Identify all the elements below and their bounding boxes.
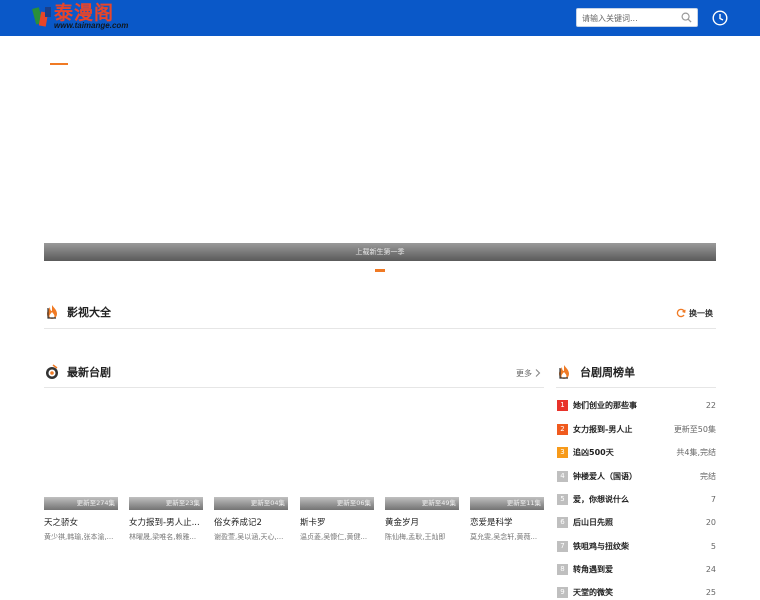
rank-item[interactable]: 1 她们创业的那些事 22 — [557, 399, 716, 413]
rank-status: 更新至50集 — [673, 425, 716, 434]
section-divider — [44, 328, 716, 329]
drama-poster[interactable]: 更新至11集 — [470, 400, 544, 510]
episode-label: 更新至23集 — [165, 499, 200, 507]
rank-title[interactable]: 她们创业的那些事 — [573, 399, 637, 413]
top-header: 泰漫阁 www.taimange.com — [0, 0, 760, 36]
rank-title[interactable]: 女力报到-男人止 — [573, 423, 632, 437]
drama-actors: 陈仙梅,孟耿,王灿即 — [385, 533, 446, 541]
drama-actors: 林曜晟,梁唯名,赖雅... — [129, 533, 197, 541]
drama-card[interactable]: 更新至06集 斯卡罗 温贞菱,吴慷仁,黄健... — [300, 400, 374, 545]
rank-number: 6 — [557, 517, 568, 528]
rank-number: 8 — [557, 564, 568, 575]
episode-label: 更新至06集 — [336, 499, 371, 507]
episode-strip: 更新至06集 — [300, 497, 374, 510]
search-input[interactable] — [582, 11, 676, 25]
section-title-weekly: 台剧周榜单 — [580, 366, 635, 379]
drama-card[interactable]: 更新至23集 女力报到-男人止... 林曜晟,梁唯名,赖雅... — [129, 400, 203, 545]
episode-strip: 更新至04集 — [214, 497, 288, 510]
logo-mark-icon — [32, 7, 51, 27]
rank-title[interactable]: 后山日先照 — [573, 516, 613, 530]
banner-accent-dash — [50, 63, 68, 65]
search-icon[interactable] — [681, 12, 692, 23]
banner-caption: 上载新生第一季 — [355, 248, 405, 256]
drama-poster[interactable]: 更新至06集 — [300, 400, 374, 510]
flame-icon — [559, 365, 569, 379]
rank-status: 共4集,完结 — [676, 448, 716, 457]
more-label: 更多 — [516, 369, 532, 378]
drama-card[interactable]: 更新至11集 恋爱是科学 莫允雯,吴念轩,黄薇... — [470, 400, 544, 545]
rank-title[interactable]: 追凶500天 — [573, 446, 614, 460]
logo-url: www.taimange.com — [54, 21, 129, 30]
rank-number: 2 — [557, 424, 568, 435]
drama-card[interactable]: 更新至49集 黄金岁月 陈仙梅,孟耿,王灿即 — [385, 400, 459, 545]
section-divider — [44, 387, 544, 388]
episode-strip: 更新至11集 — [470, 497, 544, 510]
episode-label: 更新至04集 — [250, 499, 285, 507]
chevron-right-icon — [535, 369, 541, 377]
rank-status: 24 — [705, 565, 716, 574]
rank-item[interactable]: 7 铁咀鸡与扭纹柴 5 — [557, 540, 716, 554]
drama-actors: 黄少祺,韩瑜,张本渝,... — [44, 533, 114, 541]
rank-status: 25 — [705, 588, 716, 597]
drama-poster[interactable]: 更新至49集 — [385, 400, 459, 510]
search-box — [576, 8, 698, 27]
rank-item[interactable]: 5 爱，你想说什么 7 — [557, 493, 716, 507]
rank-number: 4 — [557, 471, 568, 482]
rank-number: 9 — [557, 587, 568, 598]
rank-status: 20 — [705, 518, 716, 527]
drama-title[interactable]: 天之骄女 — [44, 517, 118, 529]
section-divider — [556, 387, 716, 388]
drama-title[interactable]: 女力报到-男人止... — [129, 517, 203, 529]
rank-status: 22 — [705, 401, 716, 410]
rank-item[interactable]: 9 天堂的微笑 25 — [557, 586, 716, 600]
drama-card[interactable]: 更新至04集 俗女养成记2 谢盈萱,吴以涵,天心,... — [214, 400, 288, 545]
rank-title[interactable]: 转角遇到爱 — [573, 563, 613, 577]
drama-title[interactable]: 恋爱是科学 — [470, 517, 544, 529]
episode-strip: 更新至49集 — [385, 497, 459, 510]
rank-item[interactable]: 3 追凶500天 共4集,完结 — [557, 446, 716, 460]
tv-icon — [46, 364, 58, 379]
rank-status: 7 — [710, 495, 716, 504]
rank-title[interactable]: 爱，你想说什么 — [573, 493, 629, 507]
drama-actors: 谢盈萱,吴以涵,天心,... — [214, 533, 284, 541]
rank-title[interactable]: 天堂的微笑 — [573, 586, 613, 600]
refresh-icon — [676, 308, 686, 318]
drama-title[interactable]: 俗女养成记2 — [214, 517, 288, 529]
rank-number: 3 — [557, 447, 568, 458]
drama-poster[interactable]: 更新至04集 — [214, 400, 288, 510]
rank-item[interactable]: 6 后山日先照 20 — [557, 516, 716, 530]
rank-status: 5 — [710, 542, 716, 551]
drama-title[interactable]: 黄金岁月 — [385, 517, 459, 529]
refresh-button[interactable]: 换一换 — [676, 308, 713, 320]
refresh-label: 换一换 — [689, 309, 713, 318]
section-title-latest: 最新台剧 — [67, 366, 111, 379]
drama-poster[interactable]: 更新至274集 — [44, 400, 118, 510]
rank-number: 5 — [557, 494, 568, 505]
flame-icon — [47, 305, 57, 319]
rank-title[interactable]: 铁咀鸡与扭纹柴 — [573, 540, 629, 554]
episode-label: 更新至49集 — [421, 499, 456, 507]
rank-item[interactable]: 4 钟楼爱人（国语） 完结 — [557, 470, 716, 484]
episode-label: 更新至274集 — [76, 499, 115, 507]
rank-item[interactable]: 8 转角遇到爱 24 — [557, 563, 716, 577]
rank-item[interactable]: 2 女力报到-男人止 更新至50集 — [557, 423, 716, 437]
drama-poster[interactable]: 更新至23集 — [129, 400, 203, 510]
site-logo[interactable]: 泰漫阁 www.taimange.com — [32, 2, 129, 32]
drama-card[interactable]: 更新至274集 天之骄女 黄少祺,韩瑜,张本渝,... — [44, 400, 118, 545]
episode-strip: 更新至274集 — [44, 497, 118, 510]
more-link[interactable]: 更多 — [516, 368, 541, 380]
episode-label: 更新至11集 — [506, 499, 541, 507]
rank-number: 7 — [557, 541, 568, 552]
banner-caption-bar[interactable]: 上载新生第一季 — [44, 243, 716, 261]
banner-pagination-dot[interactable] — [375, 269, 385, 272]
drama-actors: 温贞菱,吴慷仁,黄健... — [300, 533, 368, 541]
rank-number: 1 — [557, 400, 568, 411]
history-clock-icon[interactable] — [712, 10, 728, 26]
section-title-all-video: 影视大全 — [67, 306, 111, 319]
drama-title[interactable]: 斯卡罗 — [300, 517, 374, 529]
rank-title[interactable]: 钟楼爱人（国语） — [573, 470, 637, 484]
episode-strip: 更新至23集 — [129, 497, 203, 510]
drama-actors: 莫允雯,吴念轩,黄薇... — [470, 533, 538, 541]
rank-status: 完结 — [700, 472, 716, 481]
